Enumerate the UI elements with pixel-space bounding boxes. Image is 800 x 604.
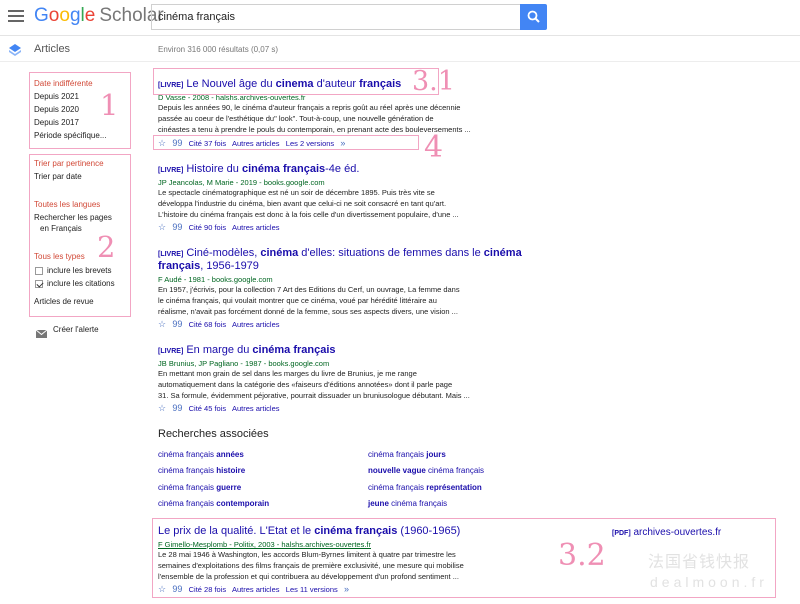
related-search-link[interactable]: cinéma français histoire	[158, 466, 245, 475]
related-search-link[interactable]: cinéma français jours	[368, 450, 446, 459]
result-source[interactable]: JP Jeancolas, M Marie - 2019 - books.goo…	[158, 178, 325, 187]
result-snippet-line: automatiquement dans la catégorie des «f…	[158, 380, 453, 389]
related-articles-link[interactable]: Autres articles	[232, 223, 280, 232]
subbar-divider	[0, 61, 800, 62]
result-type-tag: [LIVRE]	[158, 167, 184, 174]
result-snippet-line: Le spectacle cinématographique est né un…	[158, 188, 435, 197]
search-icon	[527, 10, 540, 23]
related-part: cinéma français	[158, 499, 217, 508]
envelope-icon	[35, 325, 48, 343]
title-part: français	[158, 260, 201, 272]
related-part: guerre	[216, 483, 242, 492]
related-part: cinéma français	[388, 499, 448, 508]
title-part: En marge du	[186, 344, 253, 356]
quote-icon[interactable]: 99	[172, 222, 182, 232]
cited-by-link[interactable]: Cité 90 fois	[189, 223, 227, 232]
related-part: cinéma français	[368, 450, 427, 459]
related-part: jours	[426, 450, 446, 459]
related-search-link[interactable]: nouvelle vague cinéma français	[368, 466, 484, 475]
title-part: cinéma français	[241, 163, 326, 175]
result-source[interactable]: JB Brunius, JP Pagliano - 1987 - books.g…	[158, 359, 329, 368]
result-actions: ☆ 99 Cité 45 fois Autres articles	[158, 403, 280, 414]
annotation-box-4	[153, 135, 419, 150]
watermark-chinese: 法国省钱快报	[648, 554, 751, 571]
quote-icon[interactable]: 99	[172, 319, 182, 329]
annotation-number-2: 2	[97, 230, 116, 264]
result-snippet-line: 31. Sa formule, évidemment péjorative, p…	[158, 391, 470, 400]
annotation-box-3-1	[153, 68, 439, 95]
annotation-number-4: 4	[424, 130, 444, 165]
related-part: nouvelle vague	[368, 466, 426, 475]
menu-icon[interactable]	[8, 10, 24, 22]
related-part: cinéma français	[158, 483, 217, 492]
result-title[interactable]: [LIVRE] Ciné-modèles, cinéma d'elles: si…	[158, 247, 522, 261]
result-snippet-line: passée au coeur de l'esthétique du" look…	[158, 114, 434, 123]
result-source[interactable]: F Audé - 1981 - books.google.com	[158, 275, 273, 284]
result-snippet-line: développa l'industrie du cinéma, bien av…	[158, 199, 447, 208]
title-part: cinéma français	[252, 344, 336, 356]
title-part: -4e éd.	[325, 163, 360, 175]
related-search-link[interactable]: cinéma français années	[158, 450, 244, 459]
annotation-number-3-1: 3.1	[412, 66, 455, 97]
result-snippet-line: En mettant mon grain de sel dans les mar…	[158, 369, 417, 378]
related-search-link[interactable]: cinéma français guerre	[158, 483, 241, 492]
annotation-box-2	[29, 154, 131, 317]
result-title-line2[interactable]: français, 1956-1979	[158, 260, 259, 273]
annotation-number-3-2: 3.2	[558, 538, 606, 573]
create-alert-link[interactable]: Créer l'alerte	[53, 325, 99, 335]
related-part: années	[216, 450, 244, 459]
header-divider	[0, 35, 800, 36]
result-actions: ☆ 99 Cité 90 fois Autres articles	[158, 222, 280, 233]
related-part: représentation	[426, 483, 482, 492]
related-search-link[interactable]: cinéma français contemporain	[158, 499, 269, 508]
related-part: cinéma français	[158, 466, 217, 475]
title-part: Histoire du	[186, 163, 242, 175]
title-part: d'elles: situations de femmes dans le	[298, 247, 484, 259]
related-part: histoire	[216, 466, 246, 475]
result-title[interactable]: [LIVRE] Histoire du cinéma français-4e é…	[158, 163, 359, 177]
search-button[interactable]	[520, 4, 547, 30]
result-actions: ☆ 99 Cité 68 fois Autres articles	[158, 319, 280, 330]
title-part: Ciné-modèles,	[186, 247, 261, 259]
result-snippet-line: En 1957, j'écrivis, pour la collection 7…	[158, 285, 460, 294]
search-input[interactable]	[158, 9, 508, 25]
related-part: contemporain	[216, 499, 270, 508]
related-part: cinéma français	[368, 483, 427, 492]
star-icon[interactable]: ☆	[158, 319, 166, 329]
result-type-tag: [LIVRE]	[158, 348, 184, 355]
related-part: cinéma français	[425, 466, 485, 475]
star-icon[interactable]: ☆	[158, 222, 166, 232]
related-articles-link[interactable]: Autres articles	[232, 320, 280, 329]
watermark-latin: dealmoon.fr	[650, 574, 768, 590]
title-part: cinéma	[483, 247, 522, 259]
related-search-link[interactable]: jeune cinéma français	[368, 499, 447, 508]
related-part: jeune	[368, 499, 389, 508]
related-searches-heading: Recherches associées	[158, 428, 269, 440]
result-snippet-line: réalisme, n'avait pas forcément donné de…	[158, 307, 458, 316]
quote-icon[interactable]: 99	[172, 403, 182, 413]
articles-icon	[8, 43, 22, 57]
results-stats: Environ 316 000 résultats (0,07 s)	[158, 45, 279, 54]
related-search-link[interactable]: cinéma français représentation	[368, 483, 482, 492]
result-type-tag: [LIVRE]	[158, 251, 184, 258]
related-articles-link[interactable]: Autres articles	[232, 404, 280, 413]
cited-by-link[interactable]: Cité 45 fois	[189, 404, 227, 413]
cited-by-link[interactable]: Cité 68 fois	[189, 320, 227, 329]
title-part: cinéma	[260, 247, 299, 259]
title-part: , 1956-1979	[200, 260, 259, 272]
result-snippet-line: le cinéma français, qui voulait montrer …	[158, 296, 437, 305]
articles-title[interactable]: Articles	[34, 43, 70, 55]
google-scholar-logo[interactable]: Google Scholar	[34, 6, 164, 26]
result-title[interactable]: [LIVRE] En marge du cinéma français	[158, 344, 336, 358]
related-part: cinéma français	[158, 450, 217, 459]
result-snippet-line: L'histoire du cinéma français est donc à…	[158, 210, 459, 219]
star-icon[interactable]: ☆	[158, 403, 166, 413]
result-snippet-line: Depuis les années 90, le cinéma d'auteur…	[158, 103, 461, 112]
annotation-number-1: 1	[100, 88, 119, 122]
